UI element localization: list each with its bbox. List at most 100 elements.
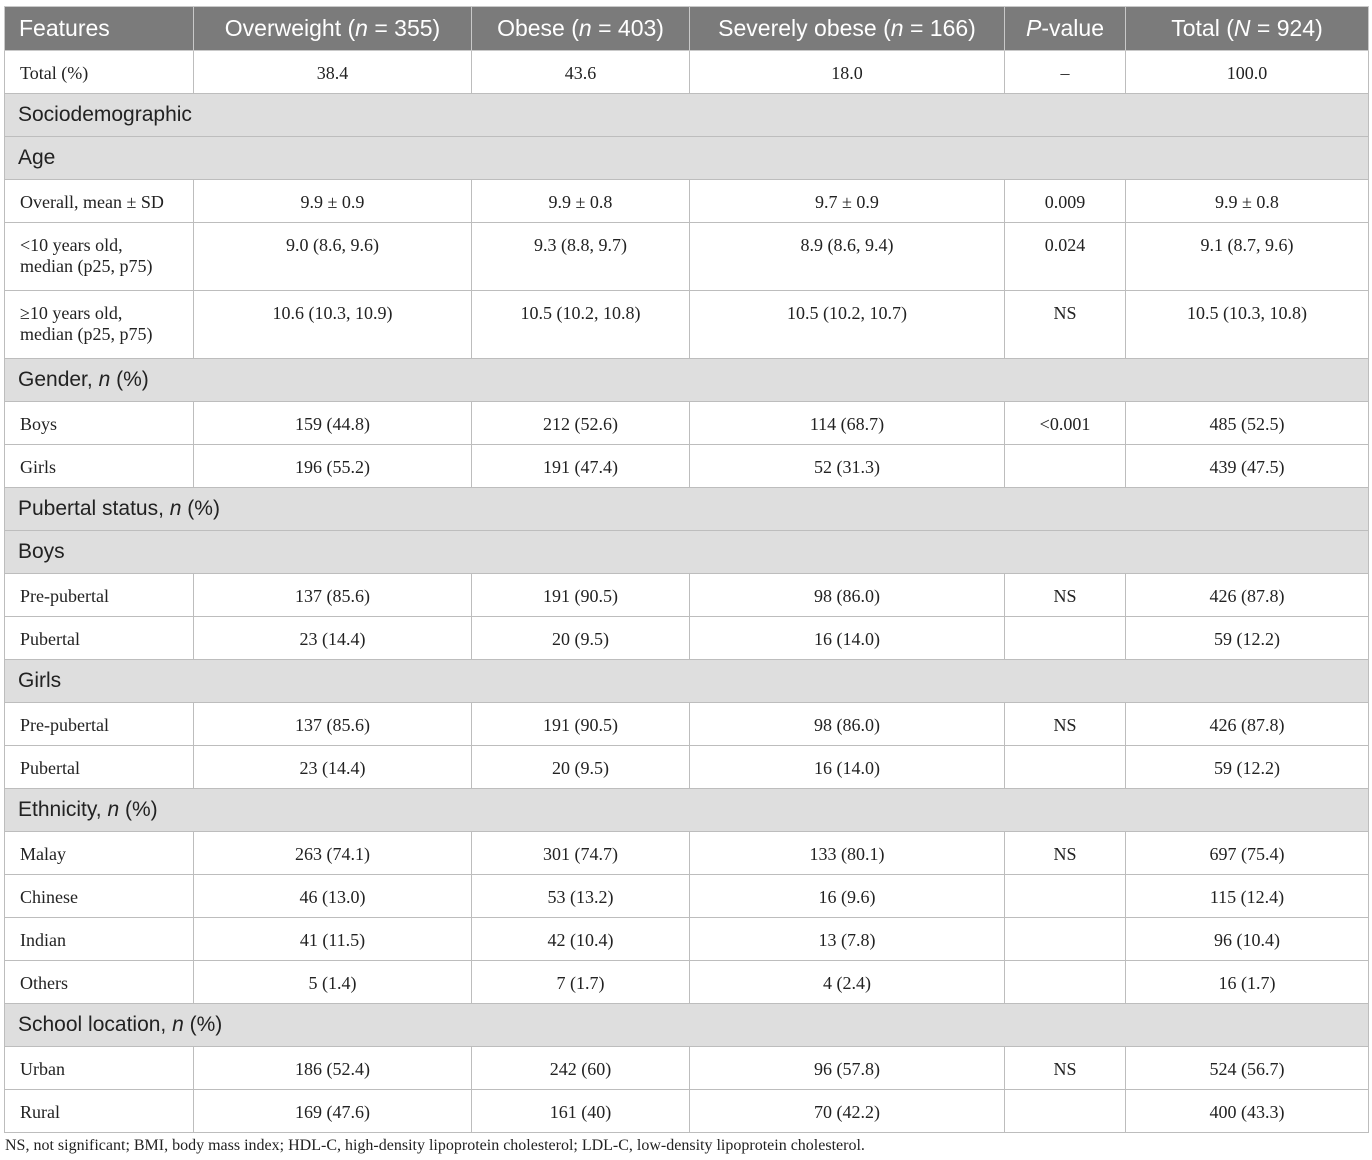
cell-total: 9.1 (8.7, 9.6) <box>1125 222 1369 291</box>
cell-total: 400 (43.3) <box>1125 1089 1369 1133</box>
cell-p-value <box>1004 917 1126 961</box>
section-title: School location, n (%) <box>4 1003 1369 1047</box>
row-label: Others <box>4 960 194 1004</box>
cell-overweight: 10.6 (10.3, 10.9) <box>193 290 472 359</box>
table-row-girls-pubertal: Pubertal 23 (14.4) 20 (9.5) 16 (14.0) 59… <box>4 745 1369 789</box>
cell-overweight: 23 (14.4) <box>193 616 472 660</box>
table-container: Features Overweight (n = 355) Obese (n =… <box>4 6 1369 1133</box>
section-title: Age <box>4 136 1369 180</box>
cell-overweight: 196 (55.2) <box>193 444 472 488</box>
row-label: Urban <box>4 1046 194 1090</box>
cell-overweight: 263 (74.1) <box>193 831 472 875</box>
table-row-ethnicity-malay: Malay 263 (74.1) 301 (74.7) 133 (80.1) N… <box>4 831 1369 875</box>
section-title: Boys <box>4 530 1369 574</box>
section-title: Sociodemographic <box>4 93 1369 137</box>
cell-p-value: 0.024 <box>1004 222 1126 291</box>
cell-obese: 20 (9.5) <box>471 616 690 660</box>
cell-severely-obese: 10.5 (10.2, 10.7) <box>689 290 1005 359</box>
cell-total: 426 (87.8) <box>1125 702 1369 746</box>
cell-total: 426 (87.8) <box>1125 573 1369 617</box>
cell-p-value: NS <box>1004 831 1126 875</box>
cell-overweight: 23 (14.4) <box>193 745 472 789</box>
cell-obese: 42 (10.4) <box>471 917 690 961</box>
row-label: Pre-pubertal <box>4 573 194 617</box>
cell-p-value <box>1004 444 1126 488</box>
cell-total: 59 (12.2) <box>1125 616 1369 660</box>
cell-severely-obese: 96 (57.8) <box>689 1046 1005 1090</box>
cell-total: 10.5 (10.3, 10.8) <box>1125 290 1369 359</box>
cell-severely-obese: 133 (80.1) <box>689 831 1005 875</box>
cell-total: 439 (47.5) <box>1125 444 1369 488</box>
section-girls: Girls <box>4 659 1369 703</box>
row-label: Pre-pubertal <box>4 702 194 746</box>
row-label: Boys <box>4 401 194 445</box>
cell-p-value <box>1004 745 1126 789</box>
cell-severely-obese: 70 (42.2) <box>689 1089 1005 1133</box>
section-title: Ethnicity, n (%) <box>4 788 1369 832</box>
cell-p-value <box>1004 616 1126 660</box>
row-label: <10 years old, median (p25, p75) <box>4 222 194 291</box>
table-row-girls-pre-pubertal: Pre-pubertal 137 (85.6) 191 (90.5) 98 (8… <box>4 702 1369 746</box>
cell-total: 524 (56.7) <box>1125 1046 1369 1090</box>
table-row-ethnicity-others: Others 5 (1.4) 7 (1.7) 4 (2.4) 16 (1.7) <box>4 960 1369 1004</box>
table-row-age-overall: Overall, mean ± SD 9.9 ± 0.9 9.9 ± 0.8 9… <box>4 179 1369 223</box>
cell-overweight: 5 (1.4) <box>193 960 472 1004</box>
cell-obese: 43.6 <box>471 50 690 94</box>
cell-overweight: 41 (11.5) <box>193 917 472 961</box>
table-row-boys-pubertal: Pubertal 23 (14.4) 20 (9.5) 16 (14.0) 59… <box>4 616 1369 660</box>
cell-obese: 242 (60) <box>471 1046 690 1090</box>
table-row-gender-girls: Girls 196 (55.2) 191 (47.4) 52 (31.3) 43… <box>4 444 1369 488</box>
row-label: Pubertal <box>4 745 194 789</box>
section-school-location: School location, n (%) <box>4 1003 1369 1047</box>
cell-p-value: – <box>1004 50 1126 94</box>
row-label: Rural <box>4 1089 194 1133</box>
cell-severely-obese: 16 (9.6) <box>689 874 1005 918</box>
row-label: Malay <box>4 831 194 875</box>
section-title: Gender, n (%) <box>4 358 1369 402</box>
cell-overweight: 159 (44.8) <box>193 401 472 445</box>
cell-severely-obese: 98 (86.0) <box>689 702 1005 746</box>
header-severely-obese: Severely obese (n = 166) <box>689 6 1005 51</box>
cell-severely-obese: 16 (14.0) <box>689 616 1005 660</box>
cell-p-value <box>1004 960 1126 1004</box>
cell-overweight: 186 (52.4) <box>193 1046 472 1090</box>
cell-obese: 191 (90.5) <box>471 702 690 746</box>
cell-overweight: 9.9 ± 0.9 <box>193 179 472 223</box>
row-label: Overall, mean ± SD <box>4 179 194 223</box>
cell-p-value: NS <box>1004 1046 1126 1090</box>
cell-p-value: NS <box>1004 702 1126 746</box>
row-label: Girls <box>4 444 194 488</box>
cell-p-value: 0.009 <box>1004 179 1126 223</box>
cell-obese: 212 (52.6) <box>471 401 690 445</box>
cell-severely-obese: 114 (68.7) <box>689 401 1005 445</box>
cell-severely-obese: 98 (86.0) <box>689 573 1005 617</box>
table-row-age-under-10: <10 years old, median (p25, p75) 9.0 (8.6… <box>4 222 1369 291</box>
cell-obese: 53 (13.2) <box>471 874 690 918</box>
section-ethnicity: Ethnicity, n (%) <box>4 788 1369 832</box>
cell-overweight: 46 (13.0) <box>193 874 472 918</box>
row-label: Pubertal <box>4 616 194 660</box>
section-boys: Boys <box>4 530 1369 574</box>
cell-severely-obese: 18.0 <box>689 50 1005 94</box>
header-overweight: Overweight (n = 355) <box>193 6 472 51</box>
cell-severely-obese: 4 (2.4) <box>689 960 1005 1004</box>
cell-overweight: 9.0 (8.6, 9.6) <box>193 222 472 291</box>
section-title: Pubertal status, n (%) <box>4 487 1369 531</box>
cell-total: 697 (75.4) <box>1125 831 1369 875</box>
section-age: Age <box>4 136 1369 180</box>
cell-p-value <box>1004 1089 1126 1133</box>
table-footnote: NS, not significant; BMI, body mass inde… <box>5 1137 865 1154</box>
cell-total: 59 (12.2) <box>1125 745 1369 789</box>
cell-overweight: 169 (47.6) <box>193 1089 472 1133</box>
cell-severely-obese: 52 (31.3) <box>689 444 1005 488</box>
cell-p-value: NS <box>1004 573 1126 617</box>
characteristics-table: Features Overweight (n = 355) Obese (n =… <box>4 6 1369 1133</box>
table-row-school-urban: Urban 186 (52.4) 242 (60) 96 (57.8) NS 5… <box>4 1046 1369 1090</box>
table-row-age-over-10: ≥10 years old, median (p25, p75) 10.6 (10… <box>4 290 1369 359</box>
table-row-total: Total (%) 38.4 43.6 18.0 – 100.0 <box>4 50 1369 94</box>
cell-overweight: 137 (85.6) <box>193 702 472 746</box>
cell-severely-obese: 13 (7.8) <box>689 917 1005 961</box>
cell-obese: 20 (9.5) <box>471 745 690 789</box>
table-row-gender-boys: Boys 159 (44.8) 212 (52.6) 114 (68.7) <0… <box>4 401 1369 445</box>
table-row-ethnicity-chinese: Chinese 46 (13.0) 53 (13.2) 16 (9.6) 115… <box>4 874 1369 918</box>
